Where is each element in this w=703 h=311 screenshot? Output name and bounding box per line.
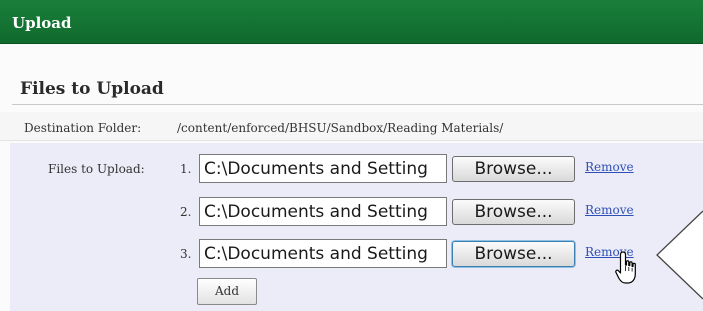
destination-path: /content/enforced/BHSU/Sandbox/Reading M… [177, 121, 504, 135]
file-path-input[interactable]: C:\Documents and Setting [199, 197, 447, 226]
row-number: 3. [180, 247, 192, 261]
callout-arrow-icon [656, 210, 703, 300]
header-bar: Upload [0, 0, 703, 44]
section-title: Files to Upload [20, 79, 164, 99]
browse-button[interactable]: Browse... [452, 241, 575, 267]
section-divider [12, 104, 703, 105]
remove-link[interactable]: Remove [585, 160, 634, 174]
file-path-input[interactable]: C:\Documents and Setting [199, 154, 447, 183]
upload-page: Upload Files to Upload Destination Folde… [0, 0, 703, 311]
file-path-input[interactable]: C:\Documents and Setting [199, 239, 447, 268]
add-button[interactable]: Add [197, 278, 257, 305]
row-number: 2. [180, 205, 192, 219]
destination-label: Destination Folder: [24, 121, 142, 135]
hand-pointer-icon [615, 251, 636, 284]
header-title: Upload [12, 14, 72, 32]
browse-button[interactable]: Browse... [452, 199, 575, 225]
remove-link[interactable]: Remove [585, 203, 634, 217]
files-label: Files to Upload: [48, 162, 145, 176]
row-number: 1. [180, 162, 192, 176]
browse-button[interactable]: Browse... [452, 156, 575, 182]
